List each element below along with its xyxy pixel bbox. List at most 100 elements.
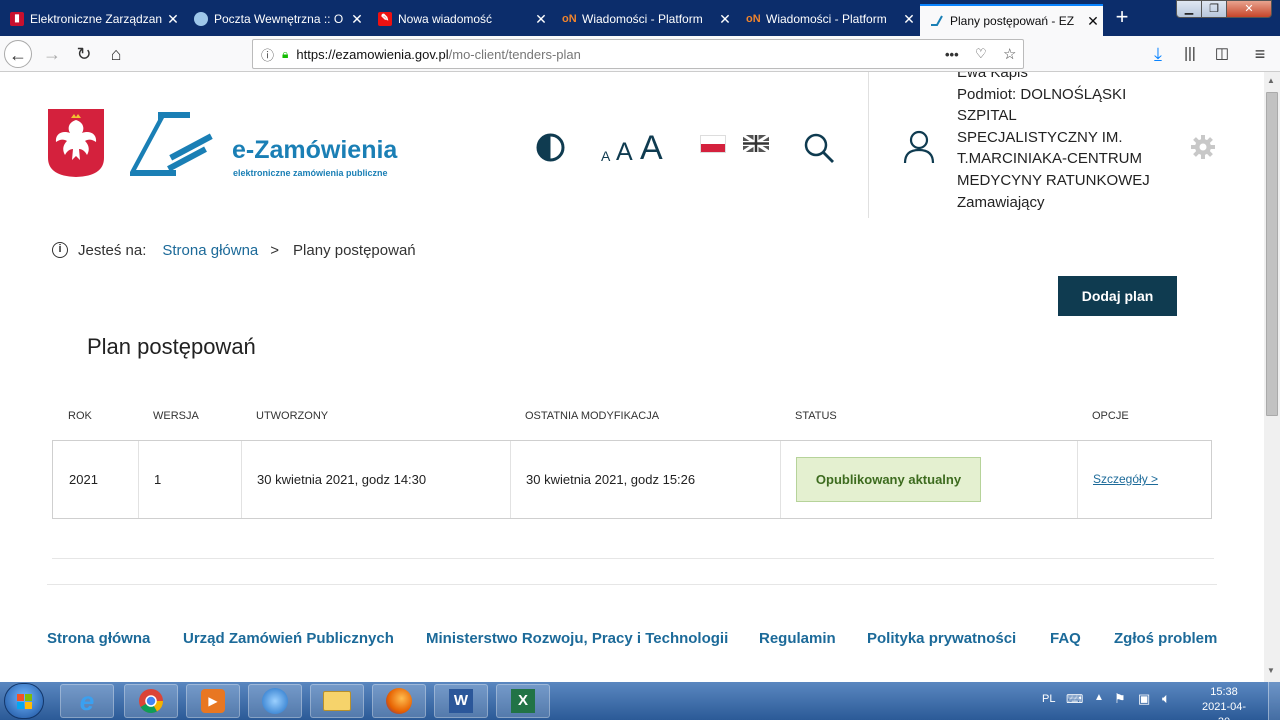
close-tab-icon[interactable]: ✕ (531, 11, 551, 28)
ezamowienia-favicon-icon (930, 14, 944, 28)
settings-gear-icon[interactable] (1190, 134, 1216, 160)
uk-flag-icon[interactable] (742, 133, 770, 154)
info-icon[interactable]: ⓘ (261, 45, 274, 64)
breadcrumb-separator: > (270, 241, 280, 259)
tab-title: Poczta Wewnętrzna :: O (214, 12, 344, 26)
pocket-icon[interactable]: ♡ (975, 46, 987, 62)
footer-link-privacy[interactable]: Polityka prywatności (867, 630, 1016, 647)
close-window-icon[interactable]: ✕ (1226, 0, 1272, 18)
file-explorer-icon[interactable] (310, 684, 364, 718)
font-size-large-button[interactable]: A (640, 129, 663, 168)
ezamowienia-logo-icon (128, 108, 218, 180)
table-row: 2021 1 30 kwietnia 2021, godz 14:30 30 k… (52, 440, 1212, 519)
scroll-down-icon[interactable]: ▼ (1267, 666, 1275, 675)
bookmark-star-icon[interactable]: ☆ (1003, 45, 1016, 63)
browser-tab-bar: ▮ Elektroniczne Zarządzan ✕ Poczta Wewnę… (0, 0, 1280, 36)
breadcrumb-current: Plany postępowań (293, 241, 416, 259)
address-bar[interactable]: ⓘ 🔒︎ https://ezamowienia.gov.pl/mo-clien… (252, 39, 1024, 69)
menu-icon[interactable]: ≡ (1246, 40, 1274, 68)
back-button[interactable]: ← (4, 40, 32, 68)
contrast-icon[interactable] (536, 133, 565, 162)
column-header-modified: OSTATNIA MODYFIKACJA (525, 410, 660, 422)
new-tab-button[interactable]: + (1108, 4, 1136, 32)
footer-link-faq[interactable]: FAQ (1050, 630, 1081, 647)
polish-emblem-icon (47, 108, 105, 178)
tab-title: Wiadomości - Platform (766, 12, 887, 26)
browser-tab-2[interactable]: Poczta Wewnętrzna :: O ✕ (184, 2, 367, 36)
download-icon[interactable]: ⤓ (1144, 40, 1172, 68)
browser-tab-6[interactable]: Plany postępowań - EZ ✕ (920, 4, 1103, 36)
chrome-icon[interactable] (124, 684, 178, 718)
url-path: /mo-client/tenders-plan (448, 46, 581, 62)
firefox-icon[interactable] (372, 684, 426, 718)
page-scrollbar[interactable]: ▲ ▼ (1264, 72, 1280, 682)
scrollbar-thumb[interactable] (1266, 92, 1278, 416)
keyboard-icon[interactable]: ⌨ (1066, 692, 1083, 706)
restore-icon[interactable]: ❐ (1201, 0, 1227, 18)
font-size-small-button[interactable]: A (601, 148, 610, 164)
column-header-created: UTWORZONY (256, 410, 329, 422)
font-size-medium-button[interactable]: A (616, 138, 633, 167)
home-button[interactable]: ⌂ (102, 40, 130, 68)
browser-tab-3[interactable]: ✎ Nowa wiadomość ✕ (368, 2, 551, 36)
footer-link-ministry[interactable]: Ministerstwo Rozwoju, Pracy i Technologi… (426, 630, 728, 647)
cell-year: 2021 (69, 472, 98, 487)
add-plan-button[interactable]: Dodaj plan (1058, 276, 1177, 316)
breadcrumb-label: Jesteś na: (78, 241, 147, 259)
word-icon[interactable]: W (434, 684, 488, 718)
clock[interactable]: 15:38 2021-04-30 (1196, 685, 1252, 720)
cell-modified: 30 kwietnia 2021, godz 15:26 (526, 472, 696, 487)
minimize-icon[interactable]: ▁ (1176, 0, 1202, 18)
show-desktop-button[interactable] (1268, 682, 1280, 720)
scroll-up-icon[interactable]: ▲ (1267, 76, 1275, 85)
status-badge: Opublikowany aktualny (796, 457, 981, 502)
close-tab-icon[interactable]: ✕ (715, 11, 735, 28)
volume-icon[interactable]: 🔈︎ (1162, 690, 1170, 707)
close-tab-icon[interactable]: ✕ (347, 11, 367, 28)
library-icon[interactable]: ||| (1176, 40, 1204, 68)
footer-link-report-problem[interactable]: Zgłoś problem (1114, 630, 1217, 647)
footer-link-uzp[interactable]: Urząd Zamówień Publicznych (183, 630, 394, 647)
cell-version: 1 (154, 472, 162, 487)
browser-tab-5[interactable]: oN Wiadomości - Platform ✕ (736, 2, 919, 36)
logo-title: e-Zamówienia (232, 136, 398, 164)
search-icon[interactable] (803, 132, 835, 164)
page-actions-icon[interactable]: ••• (945, 47, 959, 62)
footer-link-terms[interactable]: Regulamin (759, 630, 836, 647)
breadcrumb-home-link[interactable]: Strona główna (162, 242, 258, 259)
ezd-favicon-icon: ▮ (10, 12, 24, 26)
sidebar-icon[interactable]: ◫ (1208, 40, 1236, 68)
windows-taskbar: e ▶ W X PL ⌨ ▲ ⚑ ▣ 🔈︎ 15:38 2021-04-30 (0, 682, 1280, 720)
excel-icon[interactable]: X (496, 684, 550, 718)
user-entity: Podmiot: DOLNOŚLĄSKI SZPITAL SPECJALISTY… (957, 85, 1150, 189)
thunderbird-icon[interactable] (248, 684, 302, 718)
breadcrumb: i Jesteś na: Strona główna > Plany postę… (52, 240, 416, 260)
language-indicator[interactable]: PL (1042, 693, 1055, 705)
browser-tab-1[interactable]: ▮ Elektroniczne Zarządzan ✕ (0, 2, 183, 36)
footer-link-home[interactable]: Strona główna (47, 630, 150, 647)
browser-tab-4[interactable]: oN Wiadomości - Platform ✕ (552, 2, 735, 36)
platform-favicon-icon: oN (562, 13, 577, 25)
details-link[interactable]: Szczegóły > (1093, 472, 1158, 486)
action-center-flag-icon[interactable]: ⚑ (1114, 691, 1126, 707)
lock-icon[interactable]: 🔒︎ (282, 47, 288, 62)
user-icon[interactable] (903, 130, 935, 164)
tab-title: Plany postępowań - EZ (950, 14, 1075, 28)
column-header-status: STATUS (795, 410, 837, 422)
network-icon[interactable]: ▣ (1138, 691, 1150, 707)
forward-button[interactable]: → (38, 40, 66, 68)
start-button[interactable] (4, 683, 44, 719)
media-player-icon[interactable]: ▶ (186, 684, 240, 718)
footer-divider (52, 558, 1214, 559)
polish-flag-icon[interactable] (700, 135, 726, 153)
close-tab-icon[interactable]: ✕ (1083, 13, 1103, 30)
internet-explorer-icon[interactable]: e (60, 684, 114, 718)
platform-favicon-icon: oN (746, 13, 761, 25)
column-header-version: WERSJA (153, 410, 199, 422)
close-tab-icon[interactable]: ✕ (163, 11, 183, 28)
column-header-year: ROK (68, 410, 92, 422)
reload-button[interactable]: ↻ (70, 40, 98, 68)
close-tab-icon[interactable]: ✕ (899, 11, 919, 28)
tray-expand-icon[interactable]: ▲ (1094, 692, 1104, 703)
user-name: Ewa Kapis (957, 72, 1028, 81)
